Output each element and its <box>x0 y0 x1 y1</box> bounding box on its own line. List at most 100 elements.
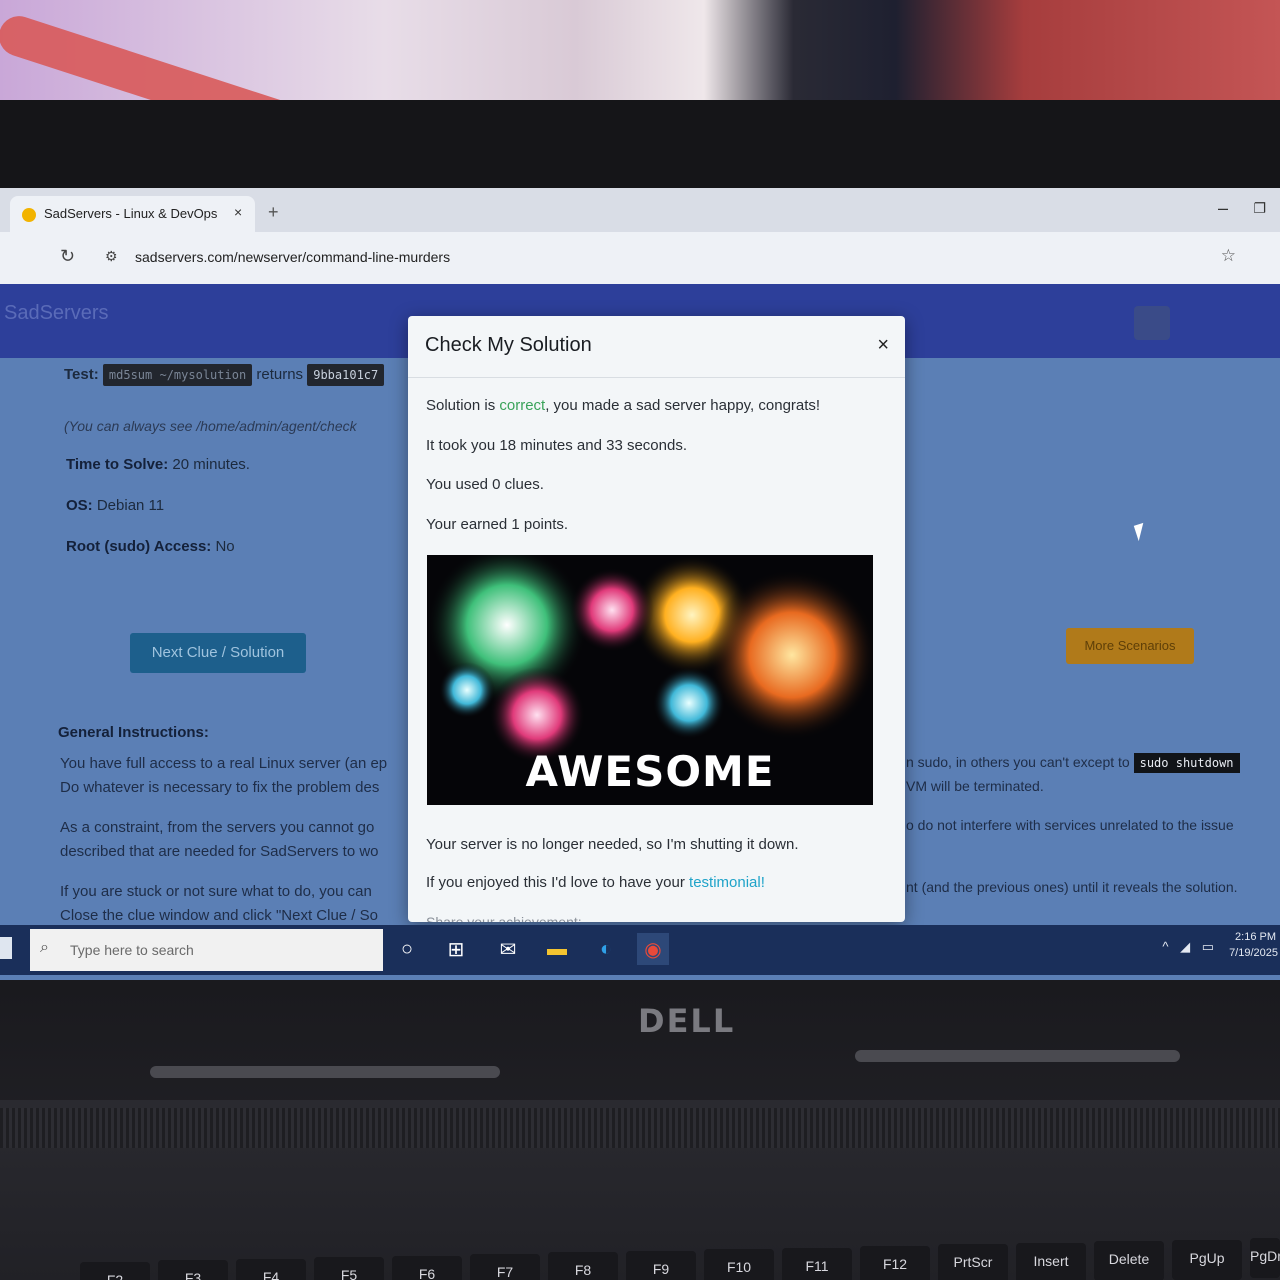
cortana-icon[interactable]: ○ <box>391 933 423 965</box>
result-suffix: , you made a sad server happy, congrats! <box>545 397 821 414</box>
close-tab-icon[interactable]: × <box>234 204 242 220</box>
para1-line1: You have full access to a real Linux ser… <box>60 755 388 772</box>
shutdown-note: Your server is no longer needed, so I'm … <box>426 836 799 853</box>
instructions-para-1: You have full access to a real Linux ser… <box>60 752 387 800</box>
restore-icon[interactable]: ❐ <box>1253 200 1266 217</box>
clues-used: You used 0 clues. <box>426 476 544 493</box>
start-button[interactable] <box>0 937 12 959</box>
key-insert[interactable]: Insert <box>1016 1243 1086 1280</box>
right-para-1: n sudo, in others you can't except to su… <box>906 751 1240 798</box>
laptop-screen: SadServers - Linux & DevOps × + – ❐ ↻ ⚙ … <box>0 188 1280 980</box>
testimonial-prefix: If you enjoyed this I'd love to have you… <box>426 874 690 891</box>
check-note: (You can always see /home/admin/agent/ch… <box>64 418 357 434</box>
root-access: Root (sudo) Access: No <box>66 538 235 555</box>
result-prefix: Solution is <box>426 397 500 414</box>
key-f2[interactable]: F2 <box>80 1262 150 1280</box>
time-label: Time to Solve: <box>66 456 169 473</box>
speaker-grille <box>0 1108 1280 1148</box>
url-field[interactable]: sadservers.com/newserver/command-line-mu… <box>135 249 450 265</box>
para2-line2: described that are needed for SadServers… <box>60 843 379 860</box>
bookmark-star-icon[interactable]: ☆ <box>1221 246 1236 266</box>
key-f7[interactable]: F7 <box>470 1254 540 1280</box>
search-input[interactable]: Type here to search <box>70 942 194 958</box>
para3-line1: If you are stuck or not sure what to do,… <box>60 883 372 900</box>
reload-icon[interactable]: ↻ <box>60 246 75 267</box>
firework-pink <box>570 568 654 652</box>
search-icon: ⌕ <box>40 939 49 956</box>
key-f11[interactable]: F11 <box>782 1248 852 1280</box>
site-info-icon[interactable]: ⚙ <box>105 248 118 265</box>
result-line: Solution is correct, you made a sad serv… <box>426 397 820 414</box>
sadservers-favicon-icon <box>22 208 36 222</box>
right-para-3: nt (and the previous ones) until it reve… <box>906 879 1238 895</box>
fireworks-image: AWESOME <box>427 555 873 805</box>
key-f12[interactable]: F12 <box>860 1246 930 1280</box>
test-returns: returns <box>256 366 304 383</box>
firework-cyan <box>653 667 725 739</box>
task-view-icon[interactable]: ⊞ <box>440 933 472 965</box>
os-info: OS: Debian 11 <box>66 497 164 514</box>
share-achievement: Share your achievement: <box>426 914 582 922</box>
para2-line1: As a constraint, from the servers you ca… <box>60 819 375 836</box>
instructions-para-2: As a constraint, from the servers you ca… <box>60 816 379 864</box>
key-f10[interactable]: F10 <box>704 1249 774 1280</box>
windows-taskbar: ⌕ Type here to search ○ ⊞ ✉ ▬ ◐ ◉ ^ ◢ ▭ … <box>0 925 1280 975</box>
root-value: No <box>215 538 235 555</box>
testimonial-line: If you enjoyed this I'd love to have you… <box>426 874 765 891</box>
test-label: Test: <box>64 366 99 383</box>
theme-toggle-icon[interactable] <box>1134 306 1170 340</box>
result-correct: correct <box>499 397 546 414</box>
modal-title: Check My Solution <box>425 334 592 356</box>
next-clue-button[interactable]: Next Clue / Solution <box>130 633 306 673</box>
time-value: 20 minutes. <box>172 456 250 473</box>
chrome-icon[interactable]: ◉ <box>637 933 669 965</box>
key-f9[interactable]: F9 <box>626 1251 696 1280</box>
site-brand[interactable]: SadServers <box>4 302 109 325</box>
photo-scene: SadServers - Linux & DevOps × + – ❐ ↻ ⚙ … <box>0 0 1280 1280</box>
key-pgdn[interactable]: PgDn <box>1250 1238 1280 1278</box>
para1-line2: Do whatever is necessary to fix the prob… <box>60 779 380 796</box>
key-delete[interactable]: Delete <box>1094 1241 1164 1280</box>
browser-tab[interactable]: SadServers - Linux & DevOps × <box>10 196 255 232</box>
key-pgup[interactable]: PgUp <box>1172 1240 1242 1280</box>
os-value: Debian 11 <box>96 497 165 514</box>
awesome-text: AWESOME <box>525 747 775 796</box>
root-label: Root (sudo) Access: <box>66 538 212 555</box>
browser-tab-bar: SadServers - Linux & DevOps × + – ❐ <box>0 188 1280 232</box>
new-tab-button[interactable]: + <box>268 202 279 223</box>
os-label: OS: <box>66 497 93 514</box>
clock-date[interactable]: 7/19/2025 <box>1229 947 1278 959</box>
key-f3[interactable]: F3 <box>158 1260 228 1280</box>
general-instructions-heading: General Instructions: <box>58 724 209 741</box>
test-hash: 9bba101c7 <box>307 364 385 386</box>
minimize-icon[interactable]: – <box>1218 198 1228 219</box>
edge-icon[interactable]: ◐ <box>590 933 622 965</box>
system-tray-icons[interactable]: ^ ◢ ▭ <box>1162 939 1218 955</box>
right-para-2: o do not interfere with services unrelat… <box>906 817 1234 833</box>
key-f8[interactable]: F8 <box>548 1252 618 1280</box>
time-to-solve: Time to Solve: 20 minutes. <box>66 456 250 473</box>
key-f5[interactable]: F5 <box>314 1257 384 1280</box>
hinge-left <box>150 1066 500 1078</box>
clock-time[interactable]: 2:16 PM <box>1235 931 1276 943</box>
key-prtscr[interactable]: PrtScr <box>938 1244 1008 1280</box>
modal-header: Check My Solution × <box>408 316 905 378</box>
right1-text: n sudo, in others you can't except to <box>906 754 1130 770</box>
points-earned: Your earned 1 points. <box>426 516 569 533</box>
hinge-right <box>855 1050 1180 1062</box>
testimonial-link[interactable]: testimonial! <box>689 874 765 891</box>
dell-logo: DELL <box>638 1002 736 1040</box>
key-f6[interactable]: F6 <box>392 1256 462 1280</box>
firework-blue <box>439 662 495 718</box>
more-scenarios-button[interactable]: More Scenarios <box>1066 628 1194 664</box>
taskbar-search[interactable]: ⌕ Type here to search <box>30 929 383 971</box>
key-f4[interactable]: F4 <box>236 1259 306 1280</box>
file-explorer-icon[interactable]: ▬ <box>541 933 573 965</box>
mail-icon[interactable]: ✉ <box>492 933 524 965</box>
close-icon[interactable]: × <box>877 334 889 357</box>
firework-orange <box>707 570 873 740</box>
tab-title: SadServers - Linux & DevOps <box>44 206 218 221</box>
laptop-top-bezel <box>0 100 1280 190</box>
instructions-para-3: If you are stuck or not sure what to do,… <box>60 880 378 928</box>
test-line: Test: md5sum ~/mysolution returns 9bba10… <box>64 364 385 386</box>
